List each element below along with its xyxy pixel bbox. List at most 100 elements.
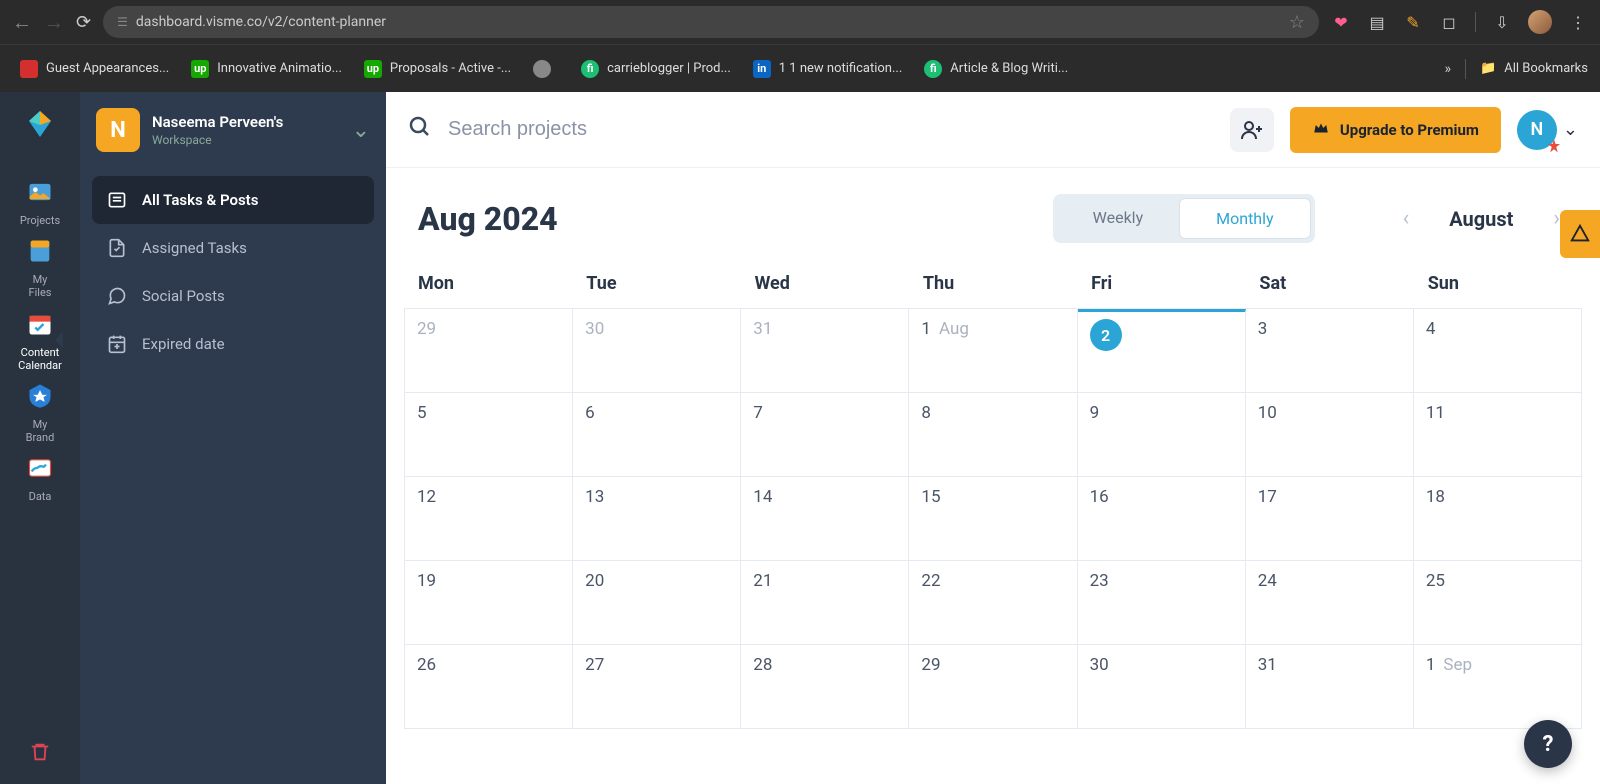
upgrade-button[interactable]: Upgrade to Premium [1290,107,1501,153]
dow-header: Thu [909,263,1077,308]
sidebar-item-label: Expired date [142,335,225,353]
calendar-day-cell[interactable]: 14 [741,477,909,561]
calendar-day-cell[interactable]: 24 [1246,561,1414,645]
calendar-day-cell[interactable]: 6 [573,393,741,477]
folder-icon: 📁 [1480,61,1496,76]
view-monthly-button[interactable]: Monthly [1179,198,1310,239]
nav-rail-item[interactable]: Projects [18,172,62,231]
bookmark-item[interactable]: in1 1 new notification... [745,56,911,82]
calendar-day-cell[interactable]: 18 [1414,477,1582,561]
calendar-day-cell[interactable]: 25 [1414,561,1582,645]
calendar-day-cell[interactable]: 21 [741,561,909,645]
calendar-day-cell[interactable]: 11 [1414,393,1582,477]
view-weekly-button[interactable]: Weekly [1057,198,1180,239]
site-settings-icon[interactable]: ☰ [117,15,128,29]
day-number: 29 [417,319,436,339]
calendar-day-cell[interactable]: 26 [405,645,573,729]
upgrade-label: Upgrade to Premium [1340,121,1479,139]
calendar-day-cell[interactable]: 30 [573,309,741,393]
bookmarks-overflow-icon[interactable]: » [1445,61,1452,77]
calendar-day-cell[interactable]: 1 Aug [909,309,1077,393]
calendar-day-cell[interactable]: 29 [909,645,1077,729]
bookmark-item[interactable] [525,56,567,82]
calendar-day-cell[interactable]: 19 [405,561,573,645]
dow-header: Sat [1245,263,1413,308]
eyedropper-icon[interactable]: ✎ [1403,12,1423,32]
visme-logo[interactable] [22,106,58,142]
extensions-icon[interactable]: ◻ [1439,12,1459,32]
bookmark-item[interactable]: upProposals - Active -... [356,56,519,82]
profile-avatar[interactable] [1528,10,1552,34]
download-icon[interactable]: ⇩ [1492,12,1512,32]
forward-icon[interactable]: → [44,10,64,35]
bookmark-favicon: in [753,60,771,78]
calendar-day-cell[interactable]: 28 [741,645,909,729]
all-bookmarks-label: All Bookmarks [1504,61,1588,76]
nav-rail-icon [24,176,56,208]
calendar-day-cell[interactable]: 22 [909,561,1077,645]
reload-icon[interactable]: ⟳ [76,12,91,33]
calendar-day-cell[interactable]: 12 [405,477,573,561]
calendar-day-cell[interactable]: 4 [1414,309,1582,393]
calendar-day-cell[interactable]: 13 [573,477,741,561]
sidebar-item-label: Assigned Tasks [142,239,247,257]
profile-menu[interactable]: N ⌄ [1517,110,1578,150]
calendar-day-cell[interactable]: 27 [573,645,741,729]
prev-month-icon[interactable]: ‹ [1395,198,1418,239]
bookmark-item[interactable]: Guest Appearances... [12,56,177,82]
nav-rail-item[interactable]: MyFiles [18,231,62,303]
nav-rail-item[interactable]: Data [18,448,62,507]
calendar-day-cell[interactable]: 16 [1078,477,1246,561]
nav-rail-label: MyFiles [29,273,52,299]
back-icon[interactable]: ← [12,10,32,35]
trash-button[interactable] [0,732,80,772]
add-user-button[interactable] [1230,108,1274,152]
calendar-day-cell[interactable]: 8 [909,393,1077,477]
calendar-day-cell[interactable]: 5 [405,393,573,477]
sidebar-item[interactable]: Expired date [92,320,374,368]
sidebar-item[interactable]: All Tasks & Posts [92,176,374,224]
calendar-day-cell[interactable]: 23 [1078,561,1246,645]
workspace-switcher[interactable]: N Naseema Perveen's Workspace ⌄ [80,92,386,168]
heart-icon[interactable]: ❤ [1331,12,1351,32]
nav-rail-item[interactable]: MyBrand [18,376,62,448]
calendar-day-cell[interactable]: 15 [909,477,1077,561]
nav-rail-item[interactable]: ContentCalendar [18,304,62,376]
calendar-day-cell[interactable]: 3 [1246,309,1414,393]
all-bookmarks-button[interactable]: 📁 All Bookmarks [1480,61,1588,76]
bookmark-item[interactable]: upInnovative Animatio... [183,56,350,82]
trash-icon [24,736,56,768]
day-number: 6 [585,403,595,423]
feedback-tab[interactable] [1560,210,1600,258]
day-number: 19 [417,571,436,591]
address-bar[interactable]: ☰ dashboard.visme.co/v2/content-planner … [103,6,1319,38]
bookmark-label: Guest Appearances... [46,61,169,76]
extension-icon-1[interactable]: ▤ [1367,12,1387,32]
month-label[interactable]: August [1421,201,1541,237]
calendar-day-cell[interactable]: 10 [1246,393,1414,477]
calendar-day-cell[interactable]: 29 [405,309,573,393]
sidebar-item[interactable]: Assigned Tasks [92,224,374,272]
sidebar-item-icon [106,333,128,355]
search-input[interactable] [448,118,1214,141]
bookmark-favicon: fi [581,60,599,78]
calendar-day-cell[interactable]: 31 [1246,645,1414,729]
today-badge: 2 [1090,319,1122,351]
help-button[interactable]: ? [1524,720,1572,768]
calendar-day-cell[interactable]: 9 [1078,393,1246,477]
calendar-day-cell[interactable]: 30 [1078,645,1246,729]
calendar-day-cell[interactable]: 20 [573,561,741,645]
bookmark-item[interactable]: ficarrieblogger | Prod... [573,56,739,82]
dow-header: Fri [1077,263,1245,308]
calendar-day-cell[interactable]: 2 [1078,309,1246,393]
kebab-menu-icon[interactable]: ⋮ [1568,12,1588,32]
day-number: 16 [1090,487,1109,507]
calendar-day-cell[interactable]: 1 Sep [1414,645,1582,729]
main-content: Upgrade to Premium N ⌄ Aug 2024 Weekly M… [386,92,1600,784]
calendar-day-cell[interactable]: 7 [741,393,909,477]
sidebar-item[interactable]: Social Posts [92,272,374,320]
bookmark-item[interactable]: fiArticle & Blog Writi... [916,56,1076,82]
bookmark-star-icon[interactable]: ☆ [1289,12,1305,33]
calendar-day-cell[interactable]: 31 [741,309,909,393]
calendar-day-cell[interactable]: 17 [1246,477,1414,561]
